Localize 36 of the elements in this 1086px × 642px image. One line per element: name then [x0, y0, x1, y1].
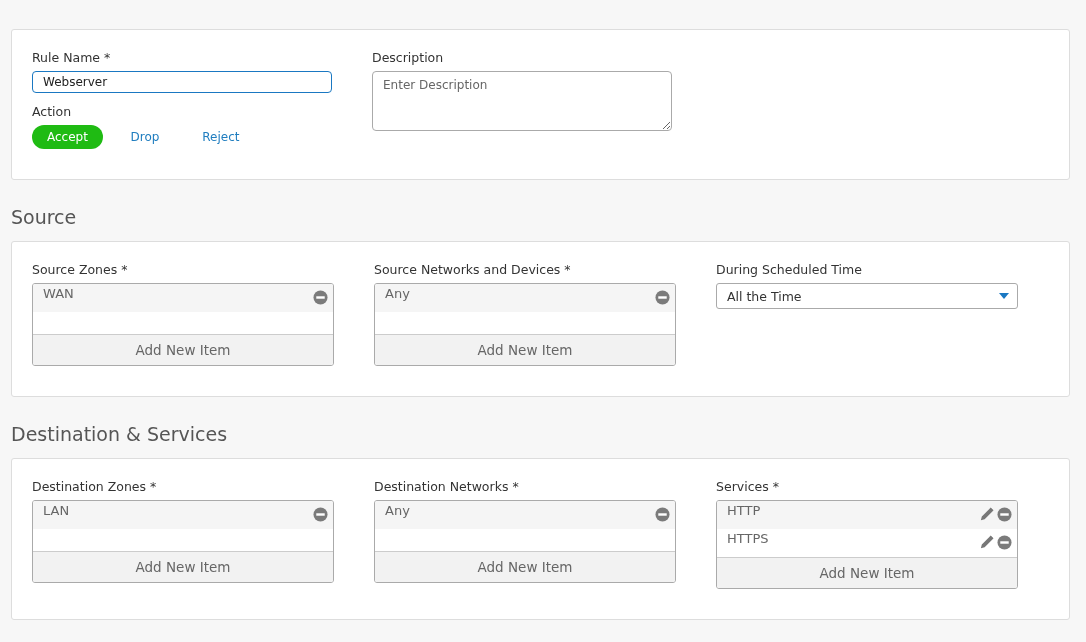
action-option[interactable]: Drop	[110, 125, 179, 149]
remove-icon[interactable]	[997, 535, 1012, 550]
field-label: Source Zones *	[32, 262, 129, 277]
section-heading: Destination & Services	[11, 422, 229, 447]
pencil-icon[interactable]	[979, 535, 994, 550]
section-heading: Source	[11, 205, 78, 230]
add-item-button[interactable]: Add New Item	[33, 334, 333, 365]
schedule-dropdown[interactable]: All the Time	[716, 283, 1018, 309]
field-label: Services *	[716, 479, 780, 494]
description-field[interactable]: Enter Description	[372, 71, 672, 131]
add-item-button[interactable]: Add New Item	[375, 334, 675, 365]
add-item-button[interactable]: Add New Item	[717, 557, 1017, 588]
add-item-button[interactable]: Add New Item	[33, 551, 333, 582]
field-label: Rule Name *	[32, 50, 112, 65]
field-label: During Scheduled Time	[716, 262, 863, 277]
list-item: WAN	[43, 285, 74, 301]
remove-icon[interactable]	[997, 507, 1012, 522]
list-item: Any	[385, 285, 410, 301]
list-item: Any	[385, 502, 410, 518]
add-item-button[interactable]: Add New Item	[375, 551, 675, 582]
remove-icon[interactable]	[655, 290, 670, 305]
dropdown-caret-icon	[999, 293, 1009, 299]
field-label: Source Networks and Devices *	[374, 262, 572, 277]
field-label: Description	[372, 50, 445, 65]
remove-icon[interactable]	[313, 507, 328, 522]
remove-icon[interactable]	[313, 290, 328, 305]
field-label: Action	[32, 104, 73, 119]
action-option[interactable]: Reject	[186, 125, 255, 149]
list-item: LAN	[43, 502, 70, 518]
pencil-icon[interactable]	[979, 507, 994, 522]
field-label: Destination Networks *	[374, 479, 520, 494]
remove-icon[interactable]	[655, 507, 670, 522]
field-label: Destination Zones *	[32, 479, 158, 494]
rule-name-field[interactable]: Webserver	[32, 71, 332, 93]
list-item: HTTPS	[727, 530, 769, 546]
list-item: HTTP	[727, 502, 761, 518]
